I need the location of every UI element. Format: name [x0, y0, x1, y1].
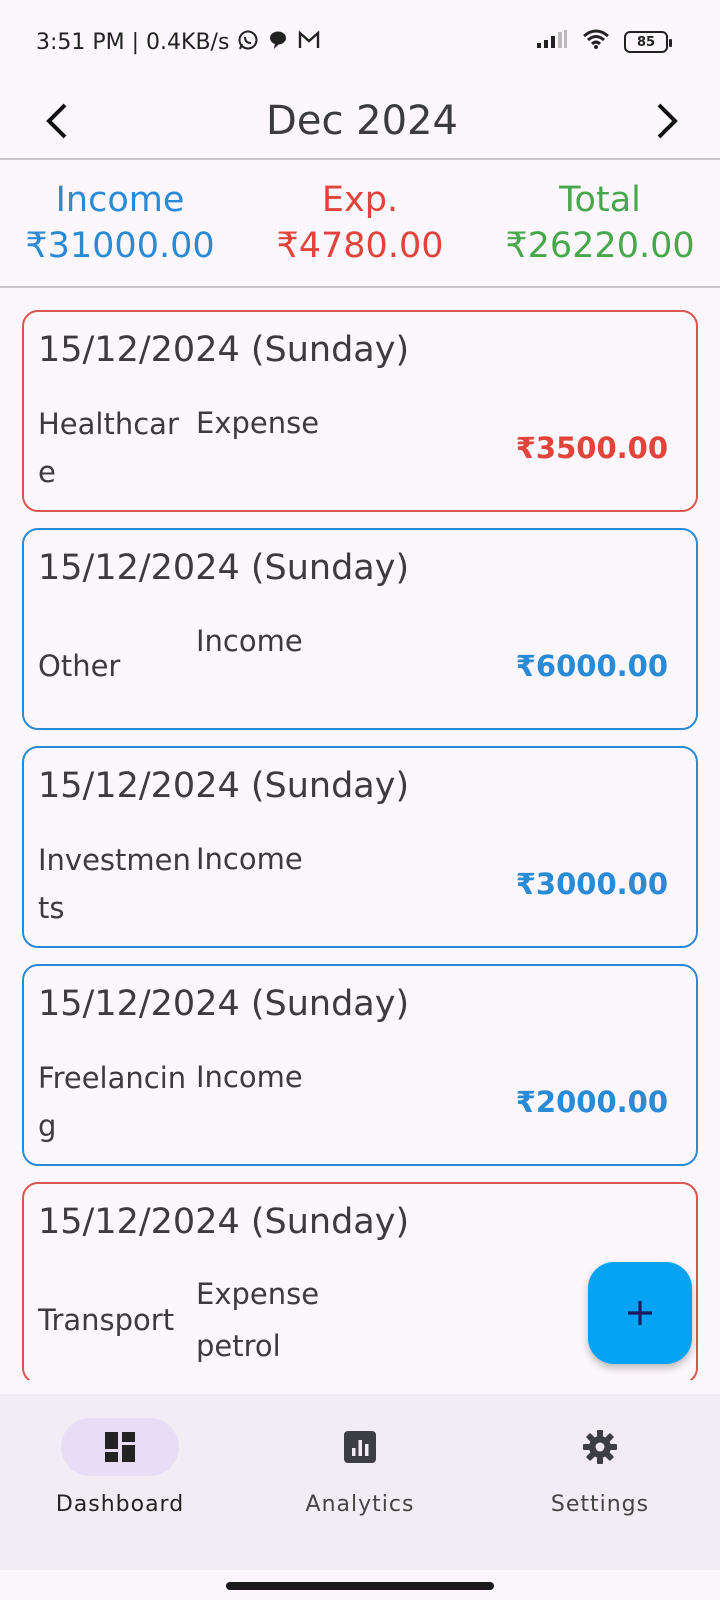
transaction-details: Investments Income ₹3000.00 — [38, 832, 668, 936]
transaction-category: Investments — [38, 843, 191, 925]
transaction-amount: ₹6000.00 — [515, 649, 668, 683]
transaction-category: Transport — [38, 1303, 175, 1337]
transaction-amount: ₹3000.00 — [515, 867, 668, 901]
status-time: 3:51 PM | 0.4KB/s — [36, 29, 230, 55]
transaction-amount: ₹2000.00 — [515, 1085, 668, 1119]
dashboard-pill — [61, 1418, 179, 1476]
chevron-left-icon — [46, 103, 67, 139]
status-bar: 3:51 PM | 0.4KB/s 85 — [0, 0, 720, 84]
home-indicator[interactable] — [226, 1582, 494, 1590]
income-label: Income — [55, 180, 185, 220]
settings-pill — [541, 1418, 659, 1476]
income-summary: Income ₹31000.00 — [0, 160, 240, 286]
nav-settings-label: Settings — [550, 1492, 650, 1517]
transaction-type: Income — [196, 842, 303, 876]
analytics-icon — [344, 1431, 376, 1463]
transaction-date: 15/12/2024 (Sunday) — [38, 330, 410, 370]
transaction-amount: ₹3500.00 — [515, 431, 668, 465]
month-summary: Income ₹31000.00 Exp. ₹4780.00 Total ₹26… — [0, 160, 720, 288]
transaction-card[interactable]: 15/12/2024 (Sunday) Freelancing Income ₹… — [22, 964, 698, 1166]
expense-value: ₹4780.00 — [276, 226, 444, 266]
chat-bubble-icon — [267, 29, 289, 56]
previous-month-button[interactable] — [34, 99, 78, 143]
bottom-navigation: Dashboard Analytics Settings — [0, 1394, 720, 1570]
transaction-list[interactable]: 15/12/2024 (Sunday) Healthcare Expense ₹… — [22, 310, 698, 1380]
transaction-details: Healthcare Expense ₹3500.00 — [38, 396, 668, 500]
nav-analytics[interactable]: Analytics — [240, 1394, 480, 1570]
transaction-type: Income — [196, 1060, 303, 1094]
month-header: Dec 2024 — [0, 84, 720, 160]
transaction-date: 15/12/2024 (Sunday) — [38, 766, 410, 806]
nav-dashboard-label: Dashboard — [55, 1492, 185, 1517]
transaction-type: Income — [196, 624, 303, 658]
whatsapp-icon — [237, 29, 259, 56]
dashboard-icon — [105, 1432, 135, 1462]
transaction-card[interactable]: 15/12/2024 (Sunday) Healthcare Expense ₹… — [22, 310, 698, 512]
nav-dashboard[interactable]: Dashboard — [0, 1394, 240, 1570]
expense-summary: Exp. ₹4780.00 — [240, 160, 480, 286]
transaction-category: Other — [38, 649, 121, 683]
status-left: 3:51 PM | 0.4KB/s — [36, 29, 321, 56]
wifi-icon — [582, 28, 610, 56]
add-transaction-button[interactable] — [588, 1262, 692, 1364]
nav-settings[interactable]: Settings — [480, 1394, 720, 1570]
transaction-card[interactable]: 15/12/2024 (Sunday) Other Income ₹6000.0… — [22, 528, 698, 730]
transaction-date: 15/12/2024 (Sunday) — [38, 548, 410, 588]
expense-label: Exp. — [321, 180, 399, 220]
transaction-date: 15/12/2024 (Sunday) — [38, 1202, 410, 1242]
status-right: 85 — [536, 28, 672, 56]
transaction-details: Freelancing Income ₹2000.00 — [38, 1050, 668, 1154]
gmail-icon — [297, 29, 321, 55]
transaction-card[interactable]: 15/12/2024 (Sunday) Investments Income ₹… — [22, 746, 698, 948]
transaction-type: Expense petrol — [196, 1277, 320, 1363]
transaction-category: Healthcare — [38, 407, 179, 489]
next-month-button[interactable] — [646, 99, 690, 143]
plus-icon — [628, 1301, 652, 1325]
transaction-type: Expense — [196, 406, 320, 440]
nav-analytics-label: Analytics — [305, 1492, 415, 1517]
total-label: Total — [559, 180, 641, 220]
analytics-pill — [301, 1418, 419, 1476]
signal-icon — [536, 29, 568, 55]
total-value: ₹26220.00 — [505, 226, 695, 266]
income-value: ₹31000.00 — [25, 226, 215, 266]
transaction-category: Freelancing — [38, 1061, 187, 1143]
battery-icon: 85 — [624, 31, 672, 53]
transaction-details: Transport Expense petrol ₹400 — [38, 1268, 668, 1372]
gear-icon — [583, 1430, 617, 1464]
month-title: Dec 2024 — [266, 98, 458, 144]
transaction-date: 15/12/2024 (Sunday) — [38, 984, 410, 1024]
chevron-right-icon — [657, 103, 678, 139]
total-summary: Total ₹26220.00 — [480, 160, 720, 286]
transaction-details: Other Income ₹6000.00 — [38, 614, 668, 718]
